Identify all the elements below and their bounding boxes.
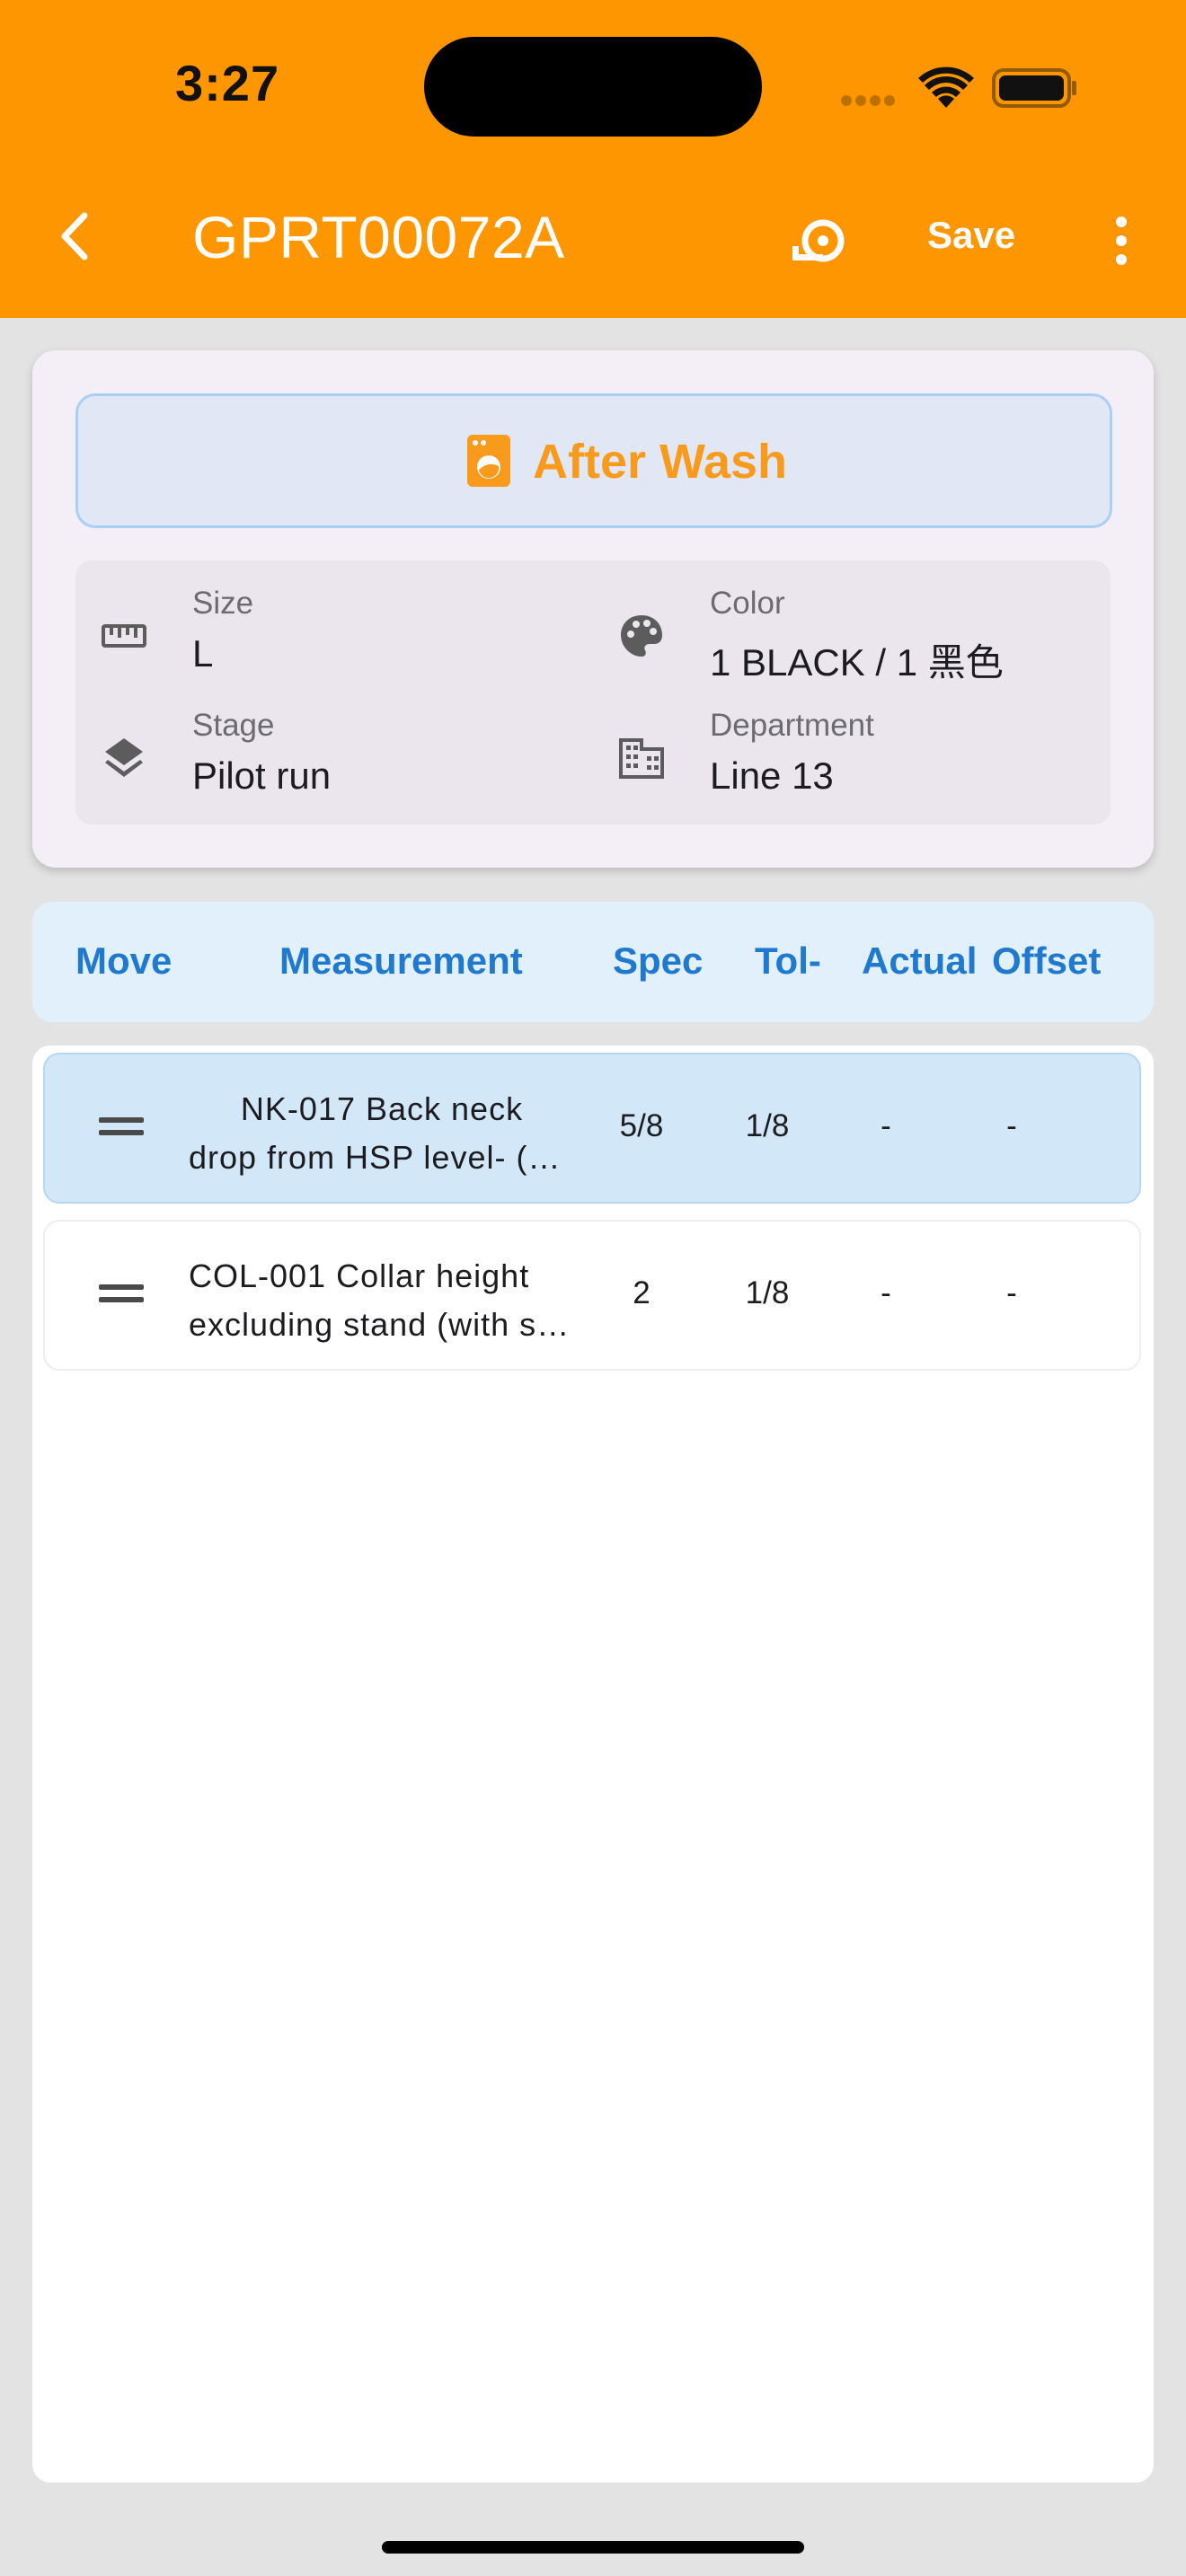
header-offset: Offset (992, 940, 1102, 982)
more-vert-icon (1116, 216, 1127, 265)
save-button[interactable]: Save (927, 214, 1015, 257)
department-label: Department (710, 708, 874, 743)
app-bar: 3:27 GPRT00072A Save (0, 0, 1186, 318)
stage-label: Stage (192, 708, 275, 743)
status-time: 3:27 (175, 55, 280, 111)
back-button[interactable] (45, 205, 108, 268)
dynamic-island (424, 37, 762, 137)
table-row[interactable]: COL-001 Collar height excluding stand (w… (43, 1220, 1141, 1371)
washing-machine-icon (467, 435, 510, 487)
measurement-type-label: After Wash (533, 435, 788, 489)
header-measurement: Measurement (279, 940, 523, 982)
actual-value[interactable]: - (868, 1275, 904, 1311)
offset-value: - (1006, 1275, 1017, 1310)
building-icon (619, 738, 664, 779)
spec-value: 2 (633, 1275, 651, 1310)
actual-value[interactable]: - (868, 1108, 904, 1144)
spec-value: 5/8 (619, 1108, 664, 1143)
header-actual: Actual (862, 940, 978, 982)
table-row[interactable]: NK-017 Back neck drop from HSP level- (F… (43, 1053, 1141, 1204)
info-card: After Wash Size L Color 1 BLACK / 1 黑色 S… (32, 350, 1154, 868)
stage-value: Pilot run (192, 754, 332, 797)
cellular-signal-icon (841, 94, 898, 110)
header-move: Move (75, 940, 173, 982)
size-value: L (192, 632, 214, 675)
measurement-list: NK-017 Back neck drop from HSP level- (F… (32, 1045, 1154, 2483)
details-panel: Size L Color 1 BLACK / 1 黑色 Stage Pilot … (75, 560, 1111, 825)
header-spec: Spec (613, 940, 704, 982)
sync-button[interactable] (782, 203, 854, 275)
palette-icon (621, 615, 662, 657)
department-value: Line 13 (710, 754, 834, 797)
measurement-name: COL-001 Collar height excluding stand (w… (189, 1257, 575, 1343)
header-tol: Tol- (755, 940, 821, 982)
size-label: Size (192, 586, 254, 621)
measurement-type-button[interactable]: After Wash (75, 393, 1112, 528)
drag-handle-icon[interactable] (99, 1284, 144, 1308)
more-button[interactable] (1102, 214, 1141, 268)
measurement-name: NK-017 Back neck drop from HSP level- (F… (189, 1090, 575, 1176)
drag-handle-icon[interactable] (99, 1117, 144, 1141)
color-label: Color (710, 586, 785, 621)
color-value: 1 BLACK / 1 黑色 (710, 641, 1004, 684)
battery-icon (992, 68, 1076, 108)
chevron-left-icon (61, 212, 88, 260)
tol-value: 1/8 (745, 1108, 790, 1143)
tol-value: 1/8 (745, 1275, 790, 1310)
wifi-icon (918, 66, 974, 108)
ruler-icon (102, 624, 146, 648)
table-header: Move Measurement Spec Tol- Actual Offset (32, 902, 1154, 1022)
home-indicator (382, 2541, 804, 2554)
status-icons (836, 59, 1087, 113)
sync-icon (792, 219, 845, 262)
offset-value: - (1006, 1108, 1017, 1143)
page-title: GPRT00072A (192, 204, 565, 270)
layers-icon (105, 738, 143, 777)
